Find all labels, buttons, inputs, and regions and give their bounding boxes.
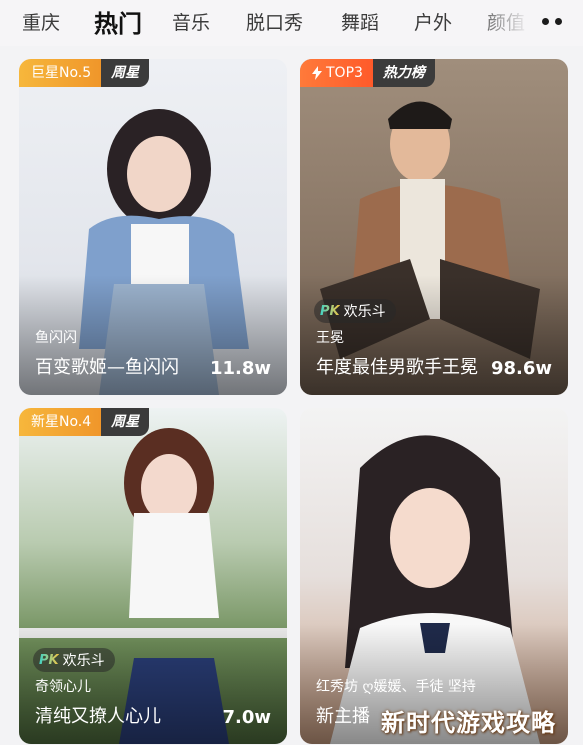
- lightning-icon: [312, 66, 322, 80]
- live-room-card[interactable]: 巨星No.5 周星 鱼闪闪 百变歌姬—鱼闪闪 11.8w: [19, 59, 287, 395]
- pk-tag-label: 欢乐斗: [343, 304, 386, 320]
- weekly-star-label: 周星: [101, 408, 150, 436]
- streamer-name: 奇领心儿: [35, 679, 91, 695]
- tab-chongqing[interactable]: 重庆: [22, 8, 60, 35]
- rank-badge-label: 巨星No.5: [19, 59, 102, 87]
- viewer-count: 11.8w: [209, 358, 271, 379]
- more-dots-icon[interactable]: [540, 12, 566, 32]
- tab-talkshow[interactable]: 脱口秀: [246, 8, 303, 35]
- viewer-count: 7.0w: [222, 707, 271, 728]
- tab-bar-fade: [470, 0, 530, 46]
- streamer-name: 红秀坊 ღ媛媛、手徒 坚持: [316, 679, 476, 695]
- live-room-card[interactable]: 新星No.4 周星 PK 欢乐斗 奇领心儿 清纯又撩人心儿 7.0w: [19, 408, 287, 744]
- room-title: 年度最佳男歌手王冕: [316, 357, 478, 378]
- tab-music[interactable]: 音乐: [172, 8, 210, 35]
- tab-dance[interactable]: 舞蹈: [341, 8, 379, 35]
- rank-badge: 巨星No.5 周星: [19, 59, 150, 87]
- live-room-card[interactable]: TOP3 热力榜 PK 欢乐斗 王冕 年度最佳男歌手王冕 98.6w: [300, 59, 568, 395]
- streamer-name: 鱼闪闪: [35, 330, 77, 346]
- pk-tag: PK 欢乐斗: [33, 648, 115, 672]
- rank-badge-label: 新星No.4: [19, 408, 102, 436]
- room-title: 百变歌姬—鱼闪闪: [35, 357, 179, 378]
- rank-badge: 新星No.4 周星: [19, 408, 150, 436]
- weekly-star-label: 周星: [101, 59, 150, 87]
- rank-badge: TOP3 热力榜: [300, 59, 435, 87]
- rank-badge-label: TOP3: [326, 65, 363, 81]
- viewer-count: 98.6w: [490, 358, 552, 379]
- pk-icon: PK: [320, 303, 340, 319]
- watermark-text: 新时代游戏攻略: [381, 709, 556, 737]
- heat-list-label: 热力榜: [372, 59, 435, 87]
- streamer-name: 王冕: [316, 330, 344, 346]
- pk-tag: PK 欢乐斗: [314, 299, 396, 323]
- pk-icon: PK: [39, 652, 59, 668]
- pk-tag-label: 欢乐斗: [62, 653, 105, 669]
- live-room-card[interactable]: 红秀坊 ღ媛媛、手徒 坚持 新主播 新时代游戏攻略: [300, 408, 568, 744]
- room-title: 清纯又撩人心儿: [35, 706, 161, 727]
- tab-outdoor[interactable]: 户外: [414, 8, 452, 35]
- tab-hot[interactable]: 热门: [94, 4, 142, 39]
- room-title: 新主播: [316, 706, 370, 727]
- category-tab-bar: 重庆 热门 音乐 脱口秀 舞蹈 户外 颜值: [0, 0, 583, 46]
